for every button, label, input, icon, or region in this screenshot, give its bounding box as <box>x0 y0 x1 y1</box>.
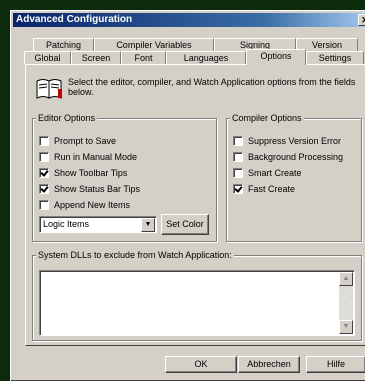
cancel-button[interactable]: Abbrechen <box>238 356 300 373</box>
ok-label: OK <box>194 359 208 369</box>
tab-languages[interactable]: Languages <box>166 51 246 64</box>
checkbox-box[interactable] <box>39 199 49 210</box>
set-color-button[interactable]: Set Color <box>161 214 209 235</box>
run-manual-mode-checkbox[interactable]: Run in Manual Mode <box>39 150 137 163</box>
background-processing-checkbox[interactable]: Background Processing <box>233 150 343 163</box>
dialog-window: Advanced Configuration ✕ Patching Compil… <box>10 10 365 381</box>
smart-create-checkbox[interactable]: Smart Create <box>233 166 302 179</box>
checkbox-box[interactable] <box>39 135 49 146</box>
suppress-version-error-checkbox[interactable]: Suppress Version Error <box>233 134 341 147</box>
dlls-listbox[interactable]: ▲ ▼ <box>39 270 355 336</box>
fast-create-checkbox[interactable]: Fast Create <box>233 182 295 195</box>
scroll-down-icon[interactable]: ▼ <box>339 320 353 334</box>
tab-label: Languages <box>183 53 229 63</box>
tab-global[interactable]: Global <box>24 51 71 64</box>
tab-label: Compiler Variables <box>116 40 192 50</box>
editor-options-title: Editor Options <box>36 112 98 124</box>
cancel-label: Abbrechen <box>247 359 291 369</box>
tab-label: Settings <box>318 53 352 63</box>
checkbox-label: Smart Create <box>248 167 302 178</box>
checkbox-box[interactable] <box>39 183 49 194</box>
close-icon: ✕ <box>361 15 365 25</box>
tab-font[interactable]: Font <box>121 51 166 64</box>
tab-label: Global <box>34 53 61 63</box>
tab-compiler-variables[interactable]: Compiler Variables <box>94 38 214 51</box>
dlls-scrollbar[interactable]: ▲ ▼ <box>339 272 353 334</box>
dlls-group: System DLLs to exclude from Watch Applic… <box>32 249 362 341</box>
intro-text: Select the editor, compiler, and Watch A… <box>68 77 356 97</box>
help-button[interactable]: Hilfe <box>306 356 365 373</box>
scroll-up-icon[interactable]: ▲ <box>339 272 353 286</box>
tab-patching[interactable]: Patching <box>33 38 94 51</box>
editor-options-group: Editor Options Prompt to Save Run in Man… <box>32 112 217 242</box>
checkbox-box[interactable] <box>233 167 243 178</box>
checkbox-label: Suppress Version Error <box>248 135 342 146</box>
book-icon <box>36 79 62 99</box>
checkbox-label: Run in Manual Mode <box>54 151 138 162</box>
tab-label: Options <box>260 51 292 61</box>
set-color-label: Set Color <box>166 219 204 229</box>
checkbox-label: Show Toolbar Tips <box>54 167 128 178</box>
checkbox-box[interactable] <box>233 183 243 194</box>
ok-button[interactable]: OK <box>165 356 237 373</box>
tab-label: Patching <box>45 40 82 50</box>
compiler-options-group: Compiler Options Suppress Version Error … <box>226 112 362 242</box>
tab-label: Version <box>311 40 343 50</box>
tab-label: Screen <box>81 53 111 63</box>
chevron-down-icon[interactable]: ▼ <box>141 218 155 232</box>
tab-screen[interactable]: Screen <box>71 51 121 64</box>
checkbox-box[interactable] <box>233 151 243 162</box>
window-title: Advanced Configuration <box>16 14 133 25</box>
checkbox-label: Append New Items <box>54 199 131 210</box>
help-label: Hilfe <box>326 359 345 369</box>
checkbox-label: Fast Create <box>248 183 296 194</box>
checkbox-box[interactable] <box>233 135 243 146</box>
compiler-options-title: Compiler Options <box>230 112 304 124</box>
item-type-select[interactable]: Logic Items ▼ <box>39 216 157 233</box>
checkbox-label: Prompt to Save <box>54 135 117 146</box>
intro-section: Select the editor, compiler, and Watch A… <box>36 77 356 101</box>
prompt-to-save-checkbox[interactable]: Prompt to Save <box>39 134 116 147</box>
tab-options[interactable]: Options <box>246 49 306 65</box>
dlls-title: System DLLs to exclude from Watch Applic… <box>36 249 234 261</box>
checkbox-label: Background Processing <box>248 151 344 162</box>
checkbox-box[interactable] <box>39 167 49 178</box>
show-status-bar-tips-checkbox[interactable]: Show Status Bar Tips <box>39 182 140 195</box>
options-panel: Select the editor, compiler, and Watch A… <box>25 64 365 346</box>
checkbox-box[interactable] <box>39 151 49 162</box>
item-type-value: Logic Items <box>43 219 90 229</box>
tab-label: Font <box>134 53 153 63</box>
append-new-items-checkbox[interactable]: Append New Items <box>39 198 130 211</box>
title-bar[interactable]: Advanced Configuration ✕ <box>13 13 365 27</box>
tab-settings[interactable]: Settings <box>306 51 364 64</box>
checkbox-label: Show Status Bar Tips <box>54 183 141 194</box>
show-toolbar-tips-checkbox[interactable]: Show Toolbar Tips <box>39 166 127 179</box>
close-button[interactable]: ✕ <box>358 14 365 26</box>
